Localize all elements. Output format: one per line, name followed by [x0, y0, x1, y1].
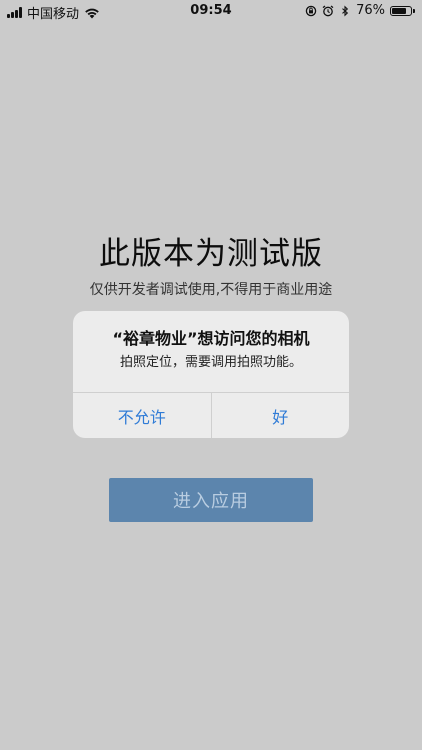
status-bar-right: 76%: [305, 3, 415, 18]
alert-body: “裕章物业”想访问您的相机 拍照定位，需要调用拍照功能。: [73, 311, 349, 393]
rotation-lock-icon: [305, 5, 317, 16]
allow-button[interactable]: 好: [210, 393, 350, 438]
alert-actions: 不允许 好: [73, 392, 349, 438]
alert-title: “裕章物业”想访问您的相机: [112, 329, 310, 348]
enter-app-button[interactable]: 进入应用: [109, 478, 313, 522]
alarm-icon: [322, 4, 334, 16]
bluetooth-icon: [342, 5, 349, 16]
deny-button[interactable]: 不允许: [73, 393, 211, 438]
status-bar: 中国移动 09:54 76%: [0, 0, 422, 22]
camera-permission-alert: “裕章物业”想访问您的相机 拍照定位，需要调用拍照功能。 不允许 好: [73, 311, 349, 438]
battery-icon: [390, 5, 415, 16]
battery-percent: 76%: [356, 3, 385, 18]
page-title: 此版本为测试版: [99, 236, 323, 272]
page-subtitle: 仅供开发者调试使用,不得用于商业用途: [89, 282, 333, 298]
alert-message: 拍照定位，需要调用拍照功能。: [119, 355, 302, 370]
